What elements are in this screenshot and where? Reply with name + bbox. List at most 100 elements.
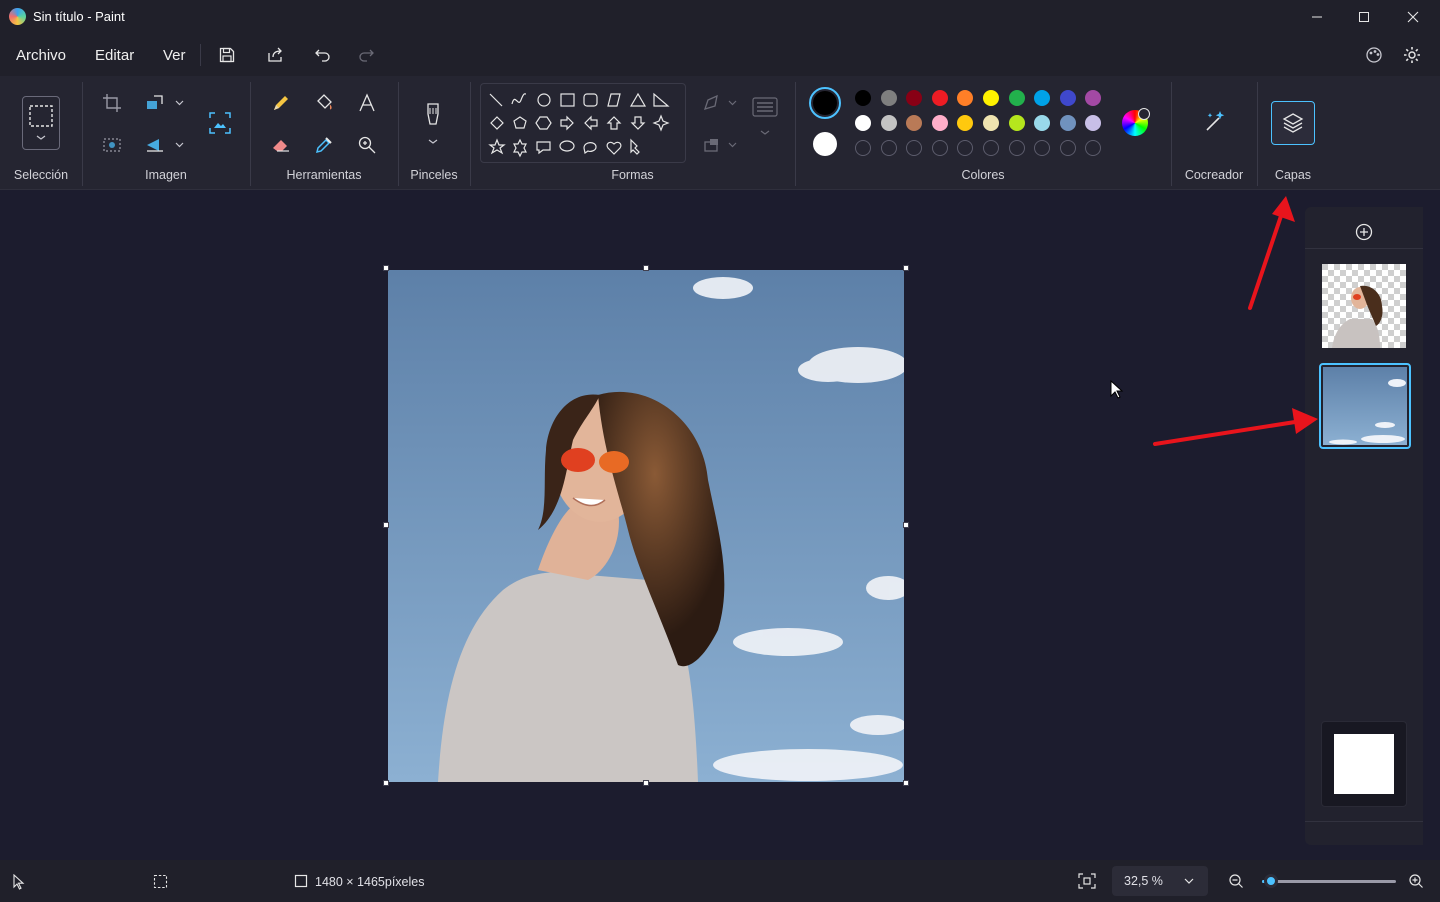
layer-thumbnail-person[interactable]	[1322, 264, 1406, 348]
resize-handle-left[interactable]	[383, 522, 389, 528]
brushes-button[interactable]	[416, 98, 450, 148]
cocreator-button[interactable]	[1197, 106, 1231, 136]
paint-bucket-icon	[317, 94, 332, 110]
custom-color-slot[interactable]	[1059, 140, 1076, 156]
custom-color-slot[interactable]	[983, 140, 999, 156]
color-swatch[interactable]	[1034, 115, 1051, 131]
zoom-slider[interactable]	[1262, 874, 1396, 888]
resize-handle-bottom-right[interactable]	[903, 780, 909, 786]
fit-to-window-button[interactable]	[1076, 871, 1098, 891]
brush-icon	[427, 103, 439, 144]
color-swatch[interactable]	[855, 90, 871, 106]
maximize-button[interactable]	[1341, 0, 1387, 34]
shape-outline-button[interactable]	[695, 88, 729, 118]
resize-icon	[147, 95, 163, 109]
menu-separator	[200, 44, 201, 66]
selection-tool-button[interactable]	[22, 96, 60, 150]
close-button[interactable]	[1390, 0, 1436, 34]
fill-tool-button[interactable]	[307, 88, 341, 118]
eraser-tool-button[interactable]	[264, 130, 298, 160]
add-layer-button[interactable]	[1354, 222, 1374, 242]
magnifier-tool-button[interactable]	[350, 130, 384, 160]
color-picker-tool-button[interactable]	[307, 130, 341, 160]
custom-color-slot[interactable]	[855, 140, 871, 156]
crop-button[interactable]	[95, 88, 129, 118]
add-color-icon	[1138, 108, 1150, 120]
color-swatch[interactable]	[1085, 115, 1102, 131]
edit-colors-button[interactable]	[1122, 108, 1150, 136]
zoom-in-icon	[1409, 874, 1423, 888]
redo-button[interactable]	[352, 43, 380, 67]
color-swatch[interactable]	[906, 90, 923, 106]
palette-account-icon	[1366, 47, 1382, 63]
menu-editar[interactable]: Editar	[95, 47, 134, 64]
color-swatch[interactable]	[983, 90, 999, 106]
drawing-canvas[interactable]	[388, 270, 904, 782]
account-button[interactable]	[1360, 43, 1388, 67]
color-swatch[interactable]	[1034, 90, 1051, 106]
color-swatch[interactable]	[931, 115, 948, 131]
color-swatch[interactable]	[855, 115, 871, 131]
color-swatch[interactable]	[1085, 90, 1102, 106]
zoom-value: 32,5 %	[1124, 874, 1163, 888]
color-swatch[interactable]	[1059, 90, 1076, 106]
save-button[interactable]	[213, 43, 241, 67]
color-swatch[interactable]	[1008, 115, 1025, 131]
color-swatch[interactable]	[957, 90, 974, 106]
resize-handle-right[interactable]	[903, 522, 909, 528]
canvas-size-text: 1480 × 1465píxeles	[315, 875, 425, 889]
sunglasses-left	[561, 448, 595, 472]
undo-button[interactable]	[309, 43, 337, 67]
layer-thumbnail-background[interactable]	[1321, 721, 1407, 807]
color-swatch[interactable]	[880, 115, 897, 131]
menu-archivo[interactable]: Archivo	[16, 47, 66, 64]
custom-color-slot[interactable]	[1008, 140, 1025, 156]
custom-color-slot[interactable]	[880, 140, 897, 156]
pencil-tool-button[interactable]	[264, 88, 298, 118]
resize-dropdown[interactable]	[174, 98, 184, 108]
resize-handle-top-right[interactable]	[903, 265, 909, 271]
color-swatch[interactable]	[957, 115, 974, 131]
color-swatch[interactable]	[1008, 90, 1025, 106]
secondary-color-button[interactable]	[813, 132, 837, 156]
zoom-in-button[interactable]	[1406, 871, 1426, 891]
layers-button[interactable]	[1271, 101, 1315, 145]
custom-color-slot[interactable]	[906, 140, 923, 156]
outline-icon	[703, 94, 718, 110]
color-swatch[interactable]	[880, 90, 897, 106]
lightning-shape-icon	[630, 138, 640, 155]
fill-dropdown[interactable]	[727, 140, 737, 150]
resize-handle-bottom-left[interactable]	[383, 780, 389, 786]
zoom-dropdown[interactable]: 32,5 %	[1112, 866, 1208, 896]
resize-handle-top-left[interactable]	[383, 265, 389, 271]
shape-fill-button[interactable]	[695, 130, 729, 160]
resize-handle-bottom[interactable]	[643, 780, 649, 786]
color-swatch[interactable]	[906, 115, 923, 131]
text-tool-button[interactable]	[350, 88, 384, 118]
layer-thumbnail-sky[interactable]	[1319, 363, 1411, 449]
line-size-button[interactable]	[748, 97, 782, 135]
image-creator-button[interactable]	[203, 108, 237, 138]
menu-ver[interactable]: Ver	[163, 47, 186, 64]
outline-dropdown[interactable]	[727, 98, 737, 108]
settings-button[interactable]	[1398, 43, 1426, 67]
custom-color-slot[interactable]	[931, 140, 948, 156]
rotate-button[interactable]	[138, 130, 172, 160]
right-triangle-shape-icon	[653, 92, 670, 107]
custom-color-slot[interactable]	[1034, 140, 1051, 156]
custom-color-slot[interactable]	[1085, 140, 1102, 156]
custom-color-slot[interactable]	[957, 140, 974, 156]
annotation-arrow-to-layer	[1153, 420, 1297, 446]
resize-handle-top[interactable]	[643, 265, 649, 271]
color-swatch[interactable]	[931, 90, 948, 106]
share-button[interactable]	[261, 43, 289, 67]
primary-color-button[interactable]	[809, 87, 841, 119]
zoom-out-button[interactable]	[1226, 871, 1246, 891]
rotate-dropdown[interactable]	[174, 140, 184, 150]
zoom-slider-thumb[interactable]	[1264, 874, 1279, 888]
remove-background-button[interactable]	[95, 130, 129, 160]
minimize-button[interactable]	[1294, 0, 1340, 34]
color-swatch[interactable]	[983, 115, 999, 131]
resize-button[interactable]	[138, 88, 172, 118]
color-swatch[interactable]	[1059, 115, 1076, 131]
